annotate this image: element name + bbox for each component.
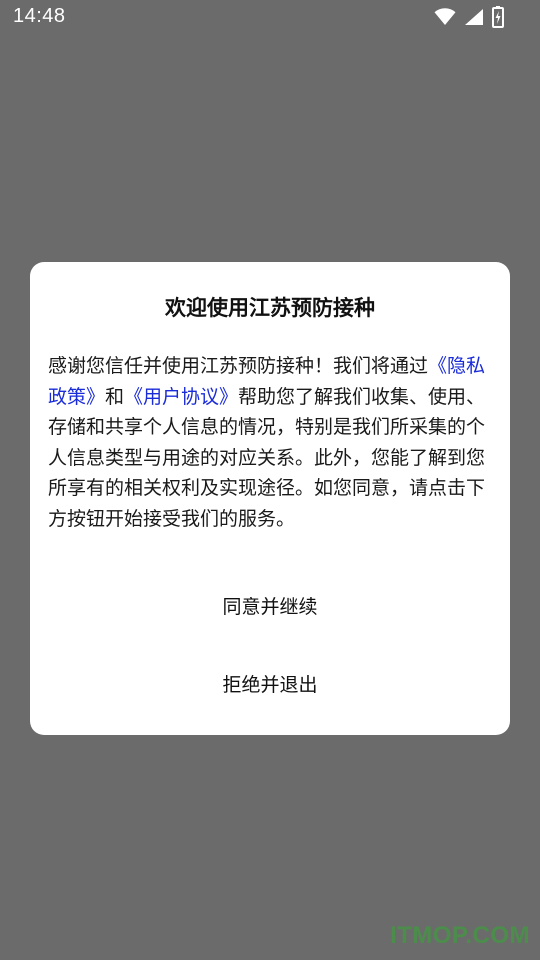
decline-exit-button[interactable]: 拒绝并退出	[30, 657, 510, 713]
wifi-icon	[434, 8, 456, 26]
status-bar: 14:48	[0, 0, 540, 36]
body-conjunction: 和	[105, 385, 125, 408]
agree-continue-button[interactable]: 同意并继续	[30, 579, 510, 635]
battery-charging-icon	[492, 6, 504, 28]
signal-icon	[464, 8, 484, 26]
user-agreement-link[interactable]: 《用户协议》	[124, 386, 238, 408]
status-time: 14:48	[13, 5, 66, 27]
body-intro: 感谢您信任并使用江苏预防接种！我们将通过	[48, 355, 429, 377]
status-icons	[434, 6, 504, 28]
watermark: ITMOP.COM	[389, 922, 530, 949]
dialog-title: 欢迎使用江苏预防接种	[165, 296, 375, 320]
dialog-body: 感谢您信任并使用江苏预防接种！我们将通过《隐私政策》和《用户协议》帮助您了解我们…	[48, 351, 496, 534]
